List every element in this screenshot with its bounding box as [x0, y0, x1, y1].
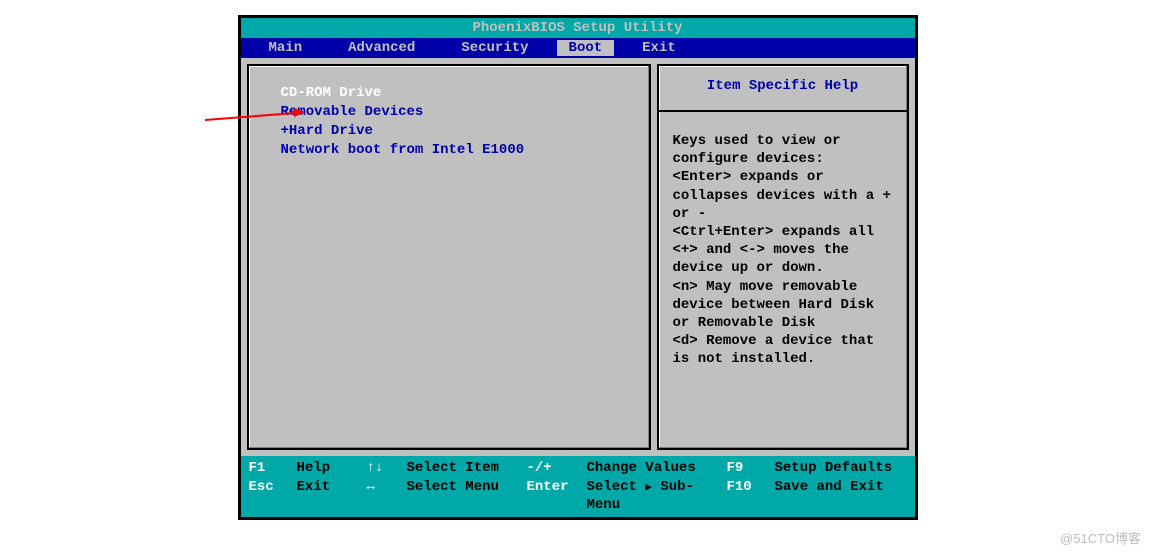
menu-main[interactable]: Main	[251, 40, 321, 56]
label-save-exit: Save and Exit	[775, 478, 884, 514]
key-esc: Esc	[249, 478, 297, 514]
boot-item-removable[interactable]: Removable Devices	[273, 103, 625, 122]
footer-row-1: F1 Help ↑↓ Select Item -/+ Change Values…	[249, 459, 907, 477]
menu-exit[interactable]: Exit	[624, 40, 694, 56]
key-f9: F9	[727, 459, 775, 477]
label-select-item: Select Item	[407, 459, 527, 477]
key-f10: F10	[727, 478, 775, 514]
help-text: Keys used to view or configure devices: …	[673, 132, 893, 368]
help-panel: Item Specific Help Keys used to view or …	[657, 64, 909, 450]
key-f1: F1	[249, 459, 297, 477]
label-setup-defaults: Setup Defaults	[775, 459, 893, 477]
menu-security[interactable]: Security	[443, 40, 546, 56]
label-select-submenu: Select ▶ Sub-Menu	[587, 478, 727, 514]
bios-window: PhoenixBIOS Setup Utility Main Advanced …	[238, 15, 918, 520]
key-plusminus: -/+	[527, 459, 587, 477]
label-exit: Exit	[297, 478, 367, 514]
footer-row-2: Esc Exit ↔ Select Menu Enter Select ▶ Su…	[249, 478, 907, 514]
help-title: Item Specific Help	[659, 74, 907, 112]
menu-bar[interactable]: Main Advanced Security Boot Exit	[241, 38, 915, 58]
boot-item-hard-drive[interactable]: +Hard Drive	[273, 122, 625, 141]
menu-advanced[interactable]: Advanced	[330, 40, 433, 56]
content-area: CD-ROM Drive Removable Devices +Hard Dri…	[241, 58, 915, 456]
boot-item-network[interactable]: Network boot from Intel E1000	[273, 141, 625, 160]
boot-item-cdrom[interactable]: CD-ROM Drive	[273, 84, 625, 103]
key-enter: Enter	[527, 478, 587, 514]
label-help: Help	[297, 459, 367, 477]
arrows-leftright-icon: ↔	[367, 478, 407, 514]
arrows-updown-icon: ↑↓	[367, 459, 407, 477]
label-select-menu: Select Menu	[407, 478, 527, 514]
title-bar: PhoenixBIOS Setup Utility	[241, 18, 915, 38]
title-text: PhoenixBIOS Setup Utility	[472, 20, 682, 36]
boot-order-panel: CD-ROM Drive Removable Devices +Hard Dri…	[247, 64, 651, 450]
footer-bar: F1 Help ↑↓ Select Item -/+ Change Values…	[241, 456, 915, 517]
annotation-arrow-icon	[205, 108, 305, 128]
menu-boot[interactable]: Boot	[557, 40, 615, 56]
label-change-values: Change Values	[587, 459, 727, 477]
watermark: @51CTO博客	[1060, 528, 1141, 547]
